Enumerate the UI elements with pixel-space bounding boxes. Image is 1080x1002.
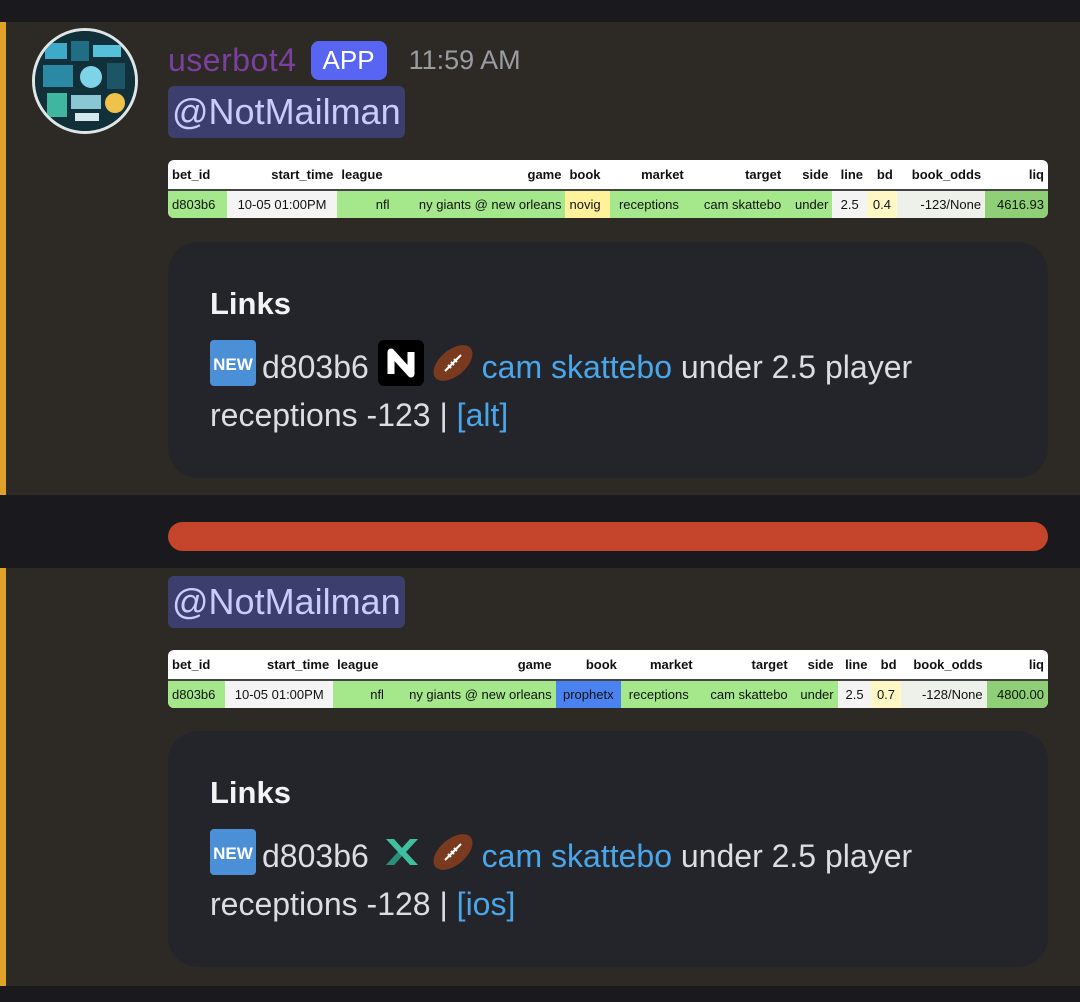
cell-league: nfl bbox=[337, 190, 394, 218]
column-header: liq bbox=[986, 650, 1048, 681]
embed-text-line2: receptions -123 | bbox=[210, 397, 457, 433]
column-header: book bbox=[555, 650, 621, 681]
cell-game: ny giants @ new orleans bbox=[387, 680, 556, 708]
cell-bet-id: d803b6 bbox=[168, 190, 227, 218]
table-header-row: bet_id start_time league game book marke… bbox=[168, 650, 1048, 681]
user-mention[interactable]: @NotMailman bbox=[168, 86, 405, 138]
embed-body: NEW d803b6 cam skattebo under 2.5 player… bbox=[210, 829, 1010, 928]
cell-bet-id: d803b6 bbox=[168, 680, 226, 708]
bet-id-text: d803b6 bbox=[262, 838, 369, 874]
bet-table: bet_id start_time league game book marke… bbox=[168, 160, 1048, 218]
cell-bd: 0.4 bbox=[867, 190, 897, 218]
app-badge: APP bbox=[310, 40, 387, 80]
embed-body: NEW d803b6 cam skattebo under 2.5 player… bbox=[210, 340, 1010, 439]
player-link[interactable]: cam skattebo bbox=[482, 349, 672, 385]
user-avatar[interactable] bbox=[32, 28, 138, 134]
column-header: book bbox=[565, 160, 611, 191]
column-header: line bbox=[832, 160, 868, 191]
avatar-image bbox=[35, 31, 135, 131]
cell-book-odds: -128/None bbox=[900, 680, 987, 708]
cell-book-odds: -123/None bbox=[896, 190, 986, 218]
links-embed: Links NEW d803b6 cam skattebo under 2.5 … bbox=[168, 731, 1048, 967]
novig-logo-icon bbox=[377, 340, 424, 386]
svg-text:NEW: NEW bbox=[213, 844, 254, 863]
column-header: start_time bbox=[225, 650, 334, 681]
divider-bar bbox=[168, 522, 1048, 551]
prophetx-logo-icon bbox=[378, 829, 424, 875]
cell-start-time: 10-05 01:00PM bbox=[225, 680, 334, 708]
new-emoji-icon: NEW bbox=[210, 829, 256, 875]
cell-league: nfl bbox=[333, 680, 388, 708]
column-header: market bbox=[620, 650, 697, 681]
timestamp[interactable]: 11:59 AM bbox=[409, 45, 521, 76]
table-header-row: bet_id start_time league game book marke… bbox=[168, 160, 1048, 191]
cell-market: receptions bbox=[610, 190, 688, 218]
cell-side: under bbox=[791, 680, 838, 708]
links-embed: Links NEW d803b6 cam skattebo under 2.5 … bbox=[168, 242, 1048, 478]
cell-liq: 4800.00 bbox=[986, 680, 1048, 708]
column-header: game bbox=[393, 160, 566, 191]
column-header: start_time bbox=[226, 160, 338, 191]
new-emoji-icon: NEW bbox=[210, 340, 256, 386]
message-header: userbot4 APP 11:59 AM bbox=[168, 38, 521, 82]
column-header: game bbox=[387, 650, 556, 681]
embed-text-line2: receptions -128 | bbox=[210, 886, 457, 922]
american-football-icon bbox=[430, 340, 476, 386]
embed-title: Links bbox=[210, 775, 291, 810]
column-header: bd bbox=[867, 160, 897, 191]
alt-link[interactable]: [alt] bbox=[457, 397, 509, 433]
cell-liq: 4616.93 bbox=[985, 190, 1048, 218]
column-header: book_odds bbox=[900, 650, 987, 681]
column-header: bd bbox=[871, 650, 901, 681]
bet-id-text: d803b6 bbox=[262, 349, 369, 385]
american-football-icon bbox=[430, 829, 476, 875]
cell-bd: 0.7 bbox=[871, 680, 901, 708]
column-header: line bbox=[837, 650, 872, 681]
cell-target: cam skattebo bbox=[687, 190, 786, 218]
cell-side: under bbox=[785, 190, 833, 218]
column-header: book_odds bbox=[896, 160, 986, 191]
table-row: d803b6 10-05 01:00PM nfl ny giants @ new… bbox=[168, 190, 1048, 218]
bet-table: bet_id start_time league game book marke… bbox=[168, 650, 1048, 708]
table-row: d803b6 10-05 01:00PM nfl ny giants @ new… bbox=[168, 680, 1048, 708]
cell-line: 2.5 bbox=[837, 680, 872, 708]
column-header: league bbox=[333, 650, 388, 681]
embed-text-line1: under 2.5 player bbox=[671, 349, 913, 385]
column-header: bet_id bbox=[168, 650, 226, 681]
cell-target: cam skattebo bbox=[696, 680, 792, 708]
column-header: target bbox=[687, 160, 786, 191]
cell-game: ny giants @ new orleans bbox=[393, 190, 566, 218]
embed-title: Links bbox=[210, 286, 291, 321]
column-header: market bbox=[610, 160, 688, 191]
user-mention[interactable]: @NotMailman bbox=[168, 576, 405, 628]
cell-line: 2.5 bbox=[832, 190, 868, 218]
svg-text:NEW: NEW bbox=[213, 355, 254, 374]
cell-start-time: 10-05 01:00PM bbox=[226, 190, 338, 218]
column-header: bet_id bbox=[168, 160, 227, 191]
column-header: league bbox=[337, 160, 394, 191]
embed-text-line1: under 2.5 player bbox=[671, 838, 913, 874]
column-header: liq bbox=[985, 160, 1048, 191]
cell-market: receptions bbox=[620, 680, 697, 708]
username[interactable]: userbot4 bbox=[168, 42, 297, 79]
ios-link[interactable]: [ios] bbox=[457, 886, 516, 922]
cell-book: prophetx bbox=[555, 680, 621, 708]
cell-book: novig bbox=[565, 190, 611, 218]
column-header: side bbox=[785, 160, 833, 191]
column-header: side bbox=[791, 650, 838, 681]
column-header: target bbox=[696, 650, 792, 681]
player-link[interactable]: cam skattebo bbox=[482, 838, 672, 874]
